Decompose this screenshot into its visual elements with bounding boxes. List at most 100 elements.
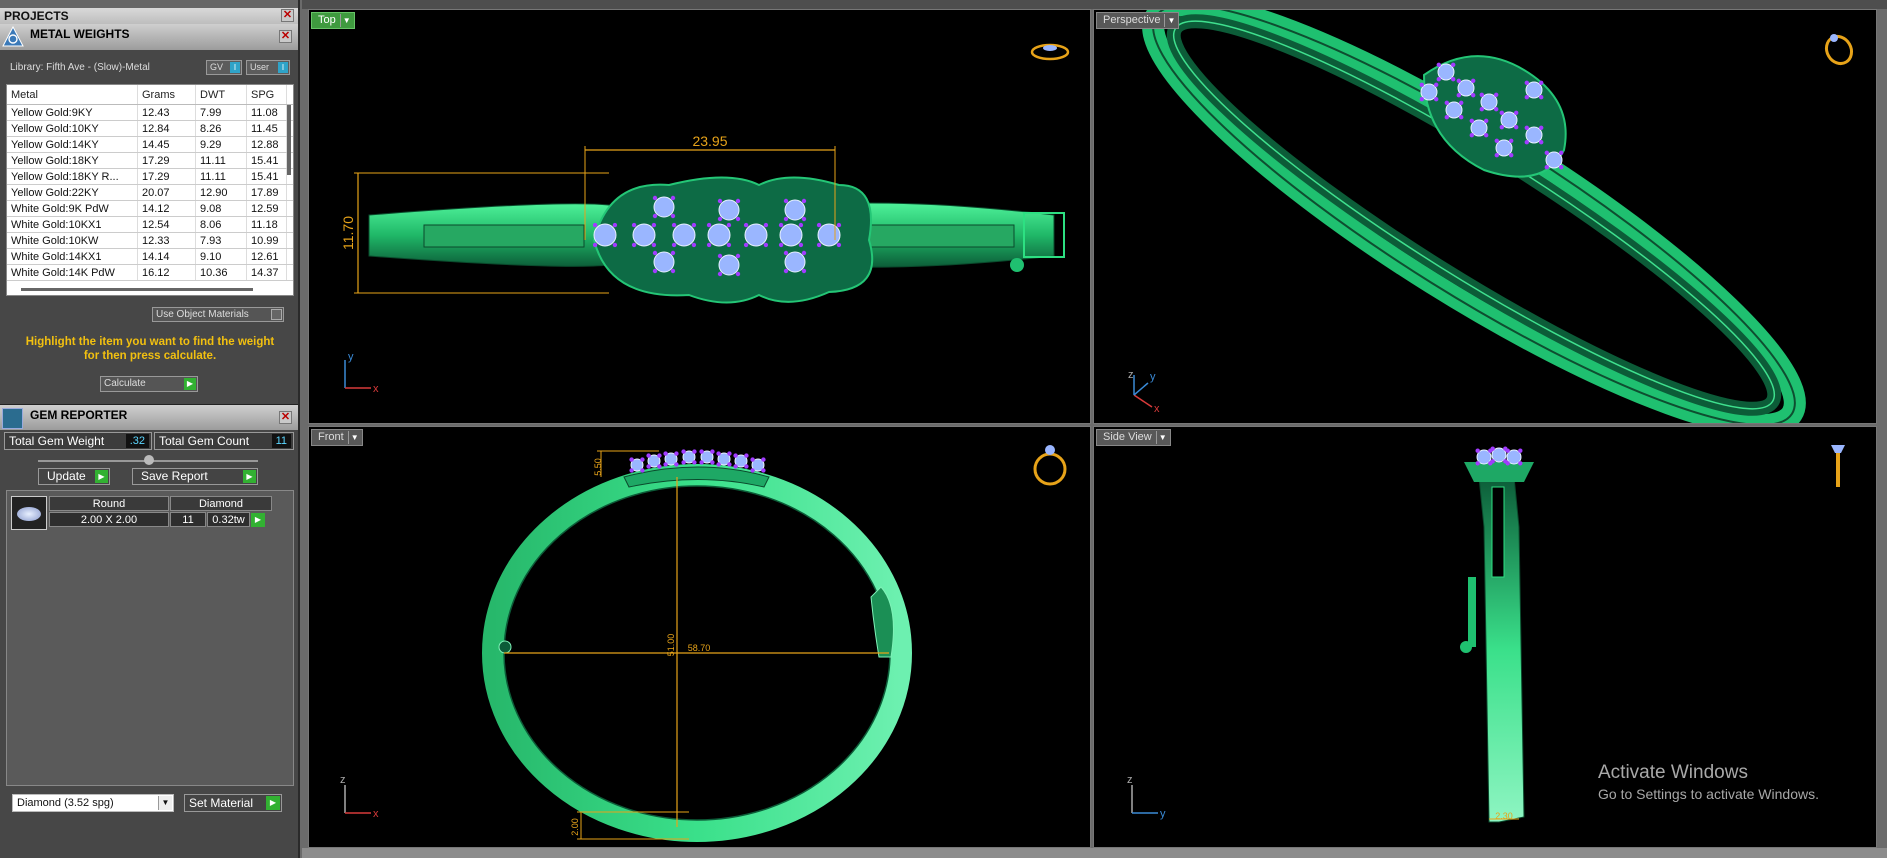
gem-prong [691, 242, 697, 248]
top-ring-icon[interactable] [1030, 43, 1070, 61]
table-row[interactable]: Yellow Gold:22KY 20.07 12.90 17.89 [7, 185, 293, 201]
column-header-metal[interactable]: Metal [7, 85, 138, 104]
gem-stone [817, 223, 841, 247]
gem-stone [718, 254, 740, 276]
table-row[interactable]: White Gold:14K PdW 16.12 10.36 14.37 [7, 265, 293, 281]
gem-prong [706, 222, 712, 228]
gem-prong [801, 216, 807, 222]
chevron-down-icon[interactable]: ▼ [1164, 14, 1177, 27]
table-row[interactable]: White Gold:14KX1 14.14 9.10 12.61 [7, 249, 293, 265]
gem-stone [1495, 139, 1513, 157]
front-axis-triad: z x [340, 774, 379, 820]
table-vertical-scrollbar[interactable] [287, 105, 291, 175]
table-cell: Yellow Gold:14KY [7, 137, 138, 152]
front-dim-inner-w: 58.70 [688, 643, 711, 653]
top-scroll-strip[interactable] [0, 0, 298, 8]
play-arrow-icon: ▶ [243, 470, 256, 483]
gem-stone [1525, 126, 1543, 144]
gem-stone [707, 223, 731, 247]
table-row[interactable]: Yellow Gold:18KY R... 17.29 11.11 15.41 [7, 169, 293, 185]
gem-prong [801, 268, 807, 274]
perspective-axis-triad: z y x [1128, 369, 1160, 415]
viewport-side-label[interactable]: Side View ▼ [1096, 429, 1171, 446]
metal-weights-close-icon[interactable]: ✕ [279, 30, 292, 43]
gem-prong [681, 449, 686, 454]
gem-prong [1514, 110, 1519, 116]
left-panel: PROJECTS ✕ METAL WEIGHTS ✕ Library: Fift… [0, 0, 300, 858]
projects-close-icon[interactable]: ✕ [281, 9, 294, 22]
gem-stone [653, 251, 675, 273]
user-toggle-label: User [250, 62, 270, 72]
user-toggle[interactable]: User I [246, 60, 290, 75]
table-row[interactable]: Yellow Gold:9KY 12.43 7.99 11.08 [7, 105, 293, 121]
column-header-dwt[interactable]: DWT [196, 85, 247, 104]
set-material-button[interactable]: Set Material ▶ [184, 794, 282, 812]
table-row[interactable]: White Gold:9K PdW 14.12 9.08 12.59 [7, 201, 293, 217]
update-button[interactable]: Update ▶ [38, 468, 110, 485]
total-gem-weight-label: Total Gem Weight [9, 434, 105, 448]
viewport-front-label[interactable]: Front ▼ [311, 429, 363, 446]
chevron-down-icon[interactable]: ▼ [347, 431, 361, 444]
viewport-perspective-label[interactable]: Perspective ▼ [1096, 12, 1180, 29]
gem-prong [1469, 133, 1474, 138]
round-gem-thumbnail-icon[interactable] [11, 496, 47, 530]
front-dim-inner-h: 51.00 [666, 634, 676, 657]
gem-prong [1494, 92, 1499, 98]
svg-text:y: y [1160, 808, 1166, 820]
table-cell: 11.08 [247, 105, 287, 120]
table-cell: 15.41 [247, 153, 287, 168]
gem-stone [653, 196, 675, 218]
front-ring-icon[interactable] [1033, 445, 1067, 486]
splitter-handle-icon[interactable] [144, 455, 154, 465]
gem-prong [783, 216, 789, 222]
table-row[interactable]: Yellow Gold:18KY 17.29 11.11 15.41 [7, 153, 293, 169]
table-cell: 8.06 [196, 217, 247, 232]
table-row[interactable]: Yellow Gold:14KY 14.45 9.29 12.88 [7, 137, 293, 153]
set-material-label: Set Material [189, 796, 254, 810]
column-header-spg[interactable]: SPG [247, 85, 287, 104]
table-cell: White Gold:9K PdW [7, 201, 138, 216]
gem-prong [733, 453, 738, 458]
save-report-button[interactable]: Save Report ▶ [132, 468, 258, 485]
gem-stone [1545, 151, 1563, 169]
gem-prong [717, 216, 723, 222]
gv-toggle[interactable]: GV I [206, 60, 242, 75]
gem-prong [640, 468, 645, 473]
gem-reporter-close-icon[interactable]: ✕ [279, 411, 292, 424]
calculate-button[interactable]: Calculate ▶ [100, 376, 198, 392]
projects-header[interactable]: PROJECTS ✕ [0, 8, 298, 24]
viewport-top[interactable]: 23.95 11.70 y x Top ▼ [308, 9, 1091, 424]
table-cell: 10.99 [247, 233, 287, 248]
gem-prong [744, 464, 749, 469]
perspective-view-model: z y x [1128, 10, 1857, 423]
activate-windows-watermark: Activate Windows Go to Settings to activ… [1598, 762, 1819, 802]
viewport-top-label[interactable]: Top ▼ [311, 12, 355, 29]
gem-prong [1544, 165, 1549, 170]
table-cell: Yellow Gold:10KY [7, 121, 138, 136]
gem-prong [1469, 118, 1474, 124]
total-gem-count-value: 11 [271, 434, 291, 448]
column-header-grams[interactable]: Grams [138, 85, 196, 104]
update-label: Update [47, 469, 86, 483]
gem-prong [1509, 138, 1514, 143]
chevron-down-icon[interactable]: ▼ [339, 14, 353, 27]
gem-stone [784, 251, 806, 273]
table-horizontal-scrollbar[interactable] [21, 288, 253, 291]
gem-prong [1509, 153, 1514, 158]
hint-line-2: for then press calculate. [83, 350, 217, 362]
total-gem-weight-value: .32 [125, 434, 149, 448]
table-row[interactable]: Yellow Gold:10KY 12.84 8.26 11.45 [7, 121, 293, 137]
perspective-ring-icon[interactable] [1822, 32, 1857, 68]
side-ring-icon[interactable] [1831, 445, 1845, 487]
viewport-perspective[interactable]: z y x Perspective ▼ [1093, 9, 1877, 424]
table-row[interactable]: White Gold:10KX1 12.54 8.06 11.18 [7, 217, 293, 233]
viewport-front[interactable]: 5.50 51.00 58.70 2.00 z x Front ▼ [308, 426, 1091, 848]
gem-material-select[interactable]: Diamond (3.52 spg) ▼ [12, 794, 174, 812]
gem-stone [1470, 119, 1488, 137]
gem-select-arrow-icon[interactable]: ▶ [251, 513, 265, 527]
gem-prong [783, 198, 789, 204]
table-cell: 17.89 [247, 185, 287, 200]
use-object-materials-toggle[interactable]: Use Object Materials [152, 307, 284, 322]
chevron-down-icon[interactable]: ▼ [1155, 431, 1169, 444]
table-row[interactable]: White Gold:10KW 12.33 7.93 10.99 [7, 233, 293, 249]
